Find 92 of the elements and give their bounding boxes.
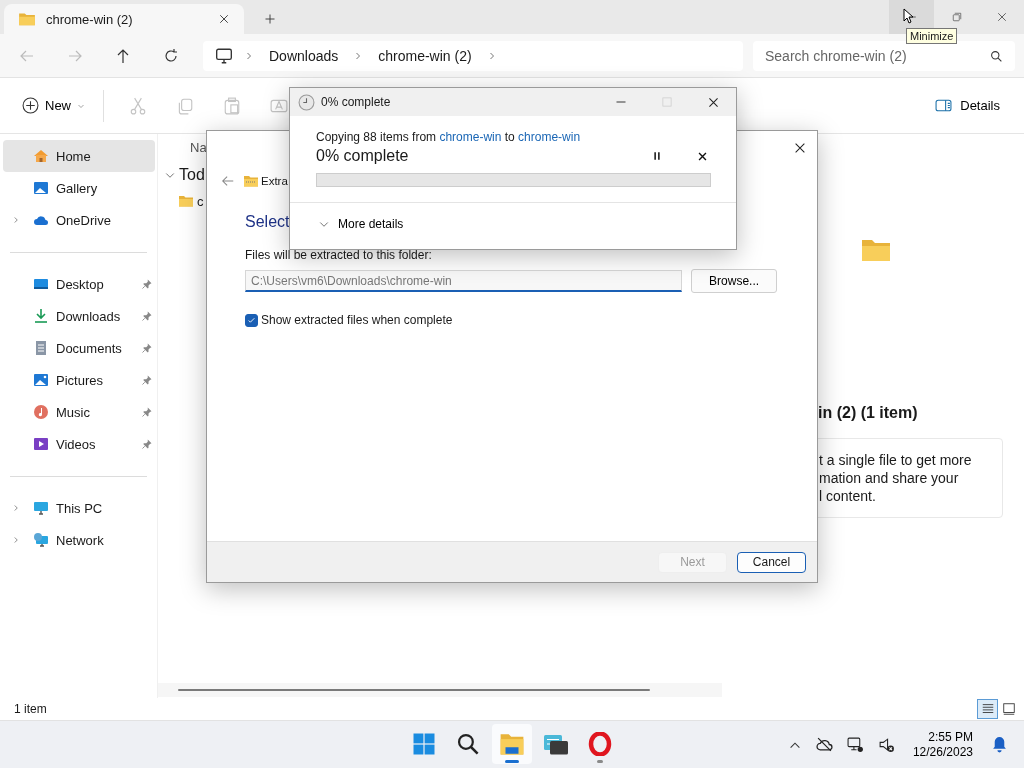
running-indicator [597,760,603,763]
home-icon [33,148,49,164]
gallery-icon [33,180,49,196]
destination-link[interactable]: chrome-win [518,130,581,144]
back-arrow-icon[interactable] [221,174,235,188]
search-icon[interactable] [457,733,479,755]
sidebar-item[interactable]: Home [3,140,155,172]
progress-status: 0% complete [316,147,410,165]
terminal-window-icon[interactable] [544,732,568,756]
dialog-heading: Select [245,213,290,231]
scissors-icon [128,96,147,115]
sidebar-item[interactable]: Downloads [3,300,155,332]
monitor-icon [215,46,233,65]
explorer-tab[interactable]: chrome-win (2) [4,4,244,34]
restore-icon[interactable] [950,11,963,23]
dialog-button[interactable]: Cancel [737,551,806,573]
clock[interactable]: 2:55 PM 12/26/2023 [906,729,979,760]
file-name[interactable]: c [197,193,204,209]
sidebar-item[interactable]: This PC [3,492,155,524]
path-field[interactable]: C:\Users\vm6\Downloads\chrome-win [245,270,683,292]
breadcrumb-item[interactable]: chrome-win (2) [364,47,486,64]
details-button[interactable]: Details [929,96,1006,115]
ring-logo-icon[interactable] [588,732,612,756]
field-label: Files will be extracted to this folder: [245,248,433,262]
copy-message: Copying 88 items from chrome-win to chrome-win [316,130,581,144]
plus-icon [264,13,276,25]
up-arrow-icon [115,47,131,64]
sidebar-item[interactable]: Documents [3,332,155,364]
plus-circle-icon [22,97,39,114]
sidebar-item[interactable]: Videos [3,428,155,460]
picture-icon [33,372,49,388]
network-icon [33,532,49,548]
details-pane-icon [935,97,953,114]
new-button[interactable]: New [14,91,93,120]
pause-icon [651,150,663,162]
close-icon [706,95,720,109]
music-icon [33,404,49,420]
sidebar-item[interactable]: Music [3,396,155,428]
details-view-button[interactable] [977,699,998,719]
download-icon [33,308,49,324]
pin-icon [141,374,153,386]
sidebar-item[interactable]: Pictures [3,364,155,396]
sidebar-item[interactable]: Network [3,524,155,556]
refresh-icon [163,47,179,64]
checkbox[interactable] [245,313,258,327]
breadcrumb-item[interactable]: Downloads [255,47,353,64]
tiles-view-icon [1001,702,1016,716]
cloud-off-icon [815,736,833,753]
sidebar-item[interactable]: Desktop [3,268,155,300]
close-icon [218,13,230,25]
pin-icon [141,406,153,418]
bell-icon [991,736,1008,753]
document-icon [33,340,49,356]
list-view-icon [980,702,995,716]
video-icon [33,436,49,452]
clock-icon [298,93,315,111]
pin-icon [141,438,153,450]
close-icon [697,150,708,162]
dialog-title: Extra [261,175,288,187]
dialog-title: 0% complete [321,95,392,109]
running-indicator [505,760,519,763]
group-header[interactable]: Tod [179,166,205,184]
network-icon [846,736,864,753]
address-bar[interactable]: Downloads chrome-win (2) [203,40,743,71]
source-link[interactable]: chrome-win [439,130,502,144]
speaker-muted-icon [877,736,895,753]
details-title: in (2) (1 item) [818,404,919,422]
browse-button[interactable]: Browse... [691,269,777,293]
folder-icon [18,10,36,28]
desktop-icon [33,276,49,292]
folder-icon[interactable] [499,731,525,757]
item-count: 1 item [14,702,47,716]
tooltip: Minimize [906,28,958,44]
close-icon[interactable] [995,11,1008,23]
network-button[interactable] [844,734,866,755]
clipboard-icon [222,96,241,115]
monitor-icon [33,500,49,516]
scrollbar-thumb[interactable] [178,689,650,691]
checkbox-label[interactable]: Show extracted files when complete [261,313,453,327]
sidebar-item[interactable]: OneDrive [3,204,155,236]
pin-icon [141,278,153,290]
search-icon [990,49,1003,63]
pin-icon [141,342,153,354]
zipped-folder-icon [243,173,259,189]
checkmark-icon [247,315,256,325]
sidebar-item[interactable]: Gallery [3,172,155,204]
pin-icon [141,310,153,322]
more-details-button[interactable]: More details [318,217,736,231]
folder-icon [178,193,194,209]
search-field[interactable]: Search chrome-win (2) [753,40,1015,71]
close-icon [793,141,807,155]
windows-logo-icon[interactable] [412,732,436,756]
